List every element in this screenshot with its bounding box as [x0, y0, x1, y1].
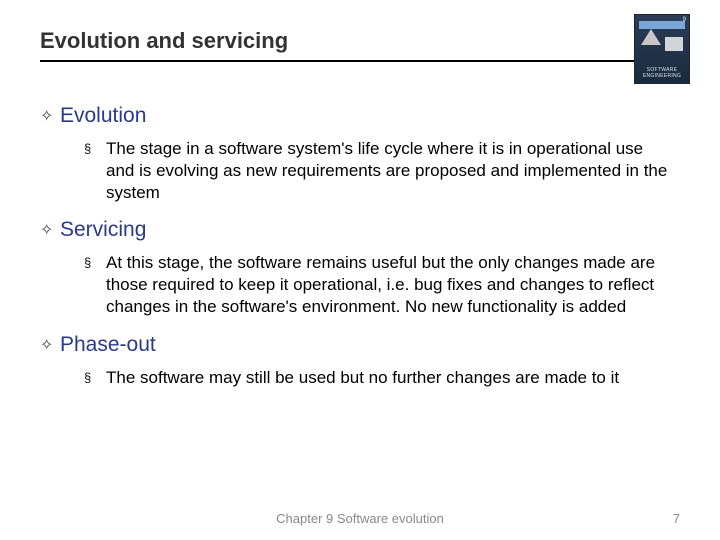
cover-title-text: SOFTWARE ENGINEERING [637, 67, 687, 79]
cover-building-graphic-2 [665, 37, 683, 51]
diamond-bullet-icon: ✧ [40, 104, 60, 130]
section-heading-text: Servicing [60, 218, 146, 242]
section-bullet-icon: § [84, 138, 106, 160]
section-heading: ✧ Evolution [40, 104, 680, 130]
slide: 9 SOFTWARE ENGINEERING Evolution and ser… [0, 0, 720, 540]
footer-chapter-text: Chapter 9 Software evolution [80, 511, 640, 526]
section-body-item: § The software may still be used but no … [84, 367, 680, 389]
diamond-bullet-icon: ✧ [40, 218, 60, 244]
slide-body: ✧ Evolution § The stage in a software sy… [0, 70, 720, 389]
section-bullet-icon: § [84, 252, 106, 274]
cover-banner [639, 21, 685, 29]
section-heading-text: Phase-out [60, 333, 156, 357]
diamond-bullet-icon: ✧ [40, 333, 60, 359]
cover-edition-number: 9 [683, 17, 686, 23]
cover-building-graphic [641, 29, 661, 45]
section-heading-text: Evolution [60, 104, 146, 128]
book-cover-thumbnail: 9 SOFTWARE ENGINEERING [634, 14, 690, 84]
section-body-text: The stage in a software system's life cy… [106, 138, 680, 204]
section-body-item: § The stage in a software system's life … [84, 138, 680, 204]
slide-footer: Chapter 9 Software evolution 7 [0, 511, 720, 526]
slide-header: Evolution and servicing [0, 28, 720, 70]
section-body-text: The software may still be used but no fu… [106, 367, 680, 389]
title-divider [40, 60, 680, 62]
page-title: Evolution and servicing [40, 28, 680, 54]
section-heading: ✧ Phase-out [40, 333, 680, 359]
section-body-item: § At this stage, the software remains us… [84, 252, 680, 318]
section-heading: ✧ Servicing [40, 218, 680, 244]
section-bullet-icon: § [84, 367, 106, 389]
page-number: 7 [640, 511, 680, 526]
section-body-text: At this stage, the software remains usef… [106, 252, 680, 318]
